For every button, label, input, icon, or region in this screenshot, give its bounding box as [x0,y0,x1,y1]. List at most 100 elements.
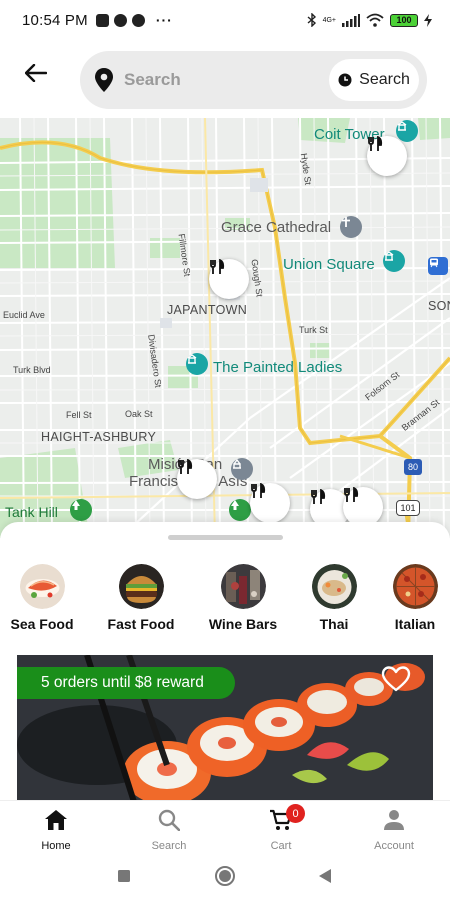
news-icon [95,13,109,27]
fork-knife-icon [311,489,326,504]
location-pin-icon [95,68,113,92]
thai-food-image [311,564,357,609]
grace-cathedral-church-icon[interactable] [340,216,362,238]
nav-account-label: Account [374,840,414,852]
category-fast-food[interactable]: Fast Food [96,564,186,632]
highway-101-shield: 101 [396,500,420,516]
clock-icon [338,73,352,87]
category-sea-food[interactable]: Sea Food [0,564,87,632]
nav-home[interactable]: Home [11,807,101,852]
restaurant-marker[interactable] [250,483,290,523]
category-thai[interactable]: Thai [289,564,379,632]
search-button-label: Search [359,71,410,88]
nav-account[interactable]: Account [349,807,439,852]
map-label-haight-ashbury: HAIGHT-ASHBURY [41,430,157,444]
search-button[interactable]: Search [329,59,419,101]
coit-tower-landmark-icon[interactable] [396,120,418,142]
fork-knife-icon [178,459,193,474]
category-list: Sea Food Fast Food Wine Bars Thai Italia… [0,564,450,634]
highway-101-label: 101 [400,503,416,513]
nav-cart[interactable]: 0 Cart [236,804,326,852]
nav-search[interactable]: Search [124,807,214,852]
mission-church-icon[interactable] [231,458,253,480]
restaurant-marker[interactable] [367,136,407,176]
heart-icon [381,666,411,692]
triangle-back-icon [319,869,331,883]
search-icon [156,807,182,833]
app-notification-icon-2 [131,13,145,27]
union-square-landmark-icon[interactable] [383,250,405,272]
map-label-painted-ladies: The Painted Ladies [213,359,343,376]
map-view[interactable]: Hyde St Fillmore St Gough St Euclid Ave … [0,118,450,538]
map-label-grace-cathedral: Grace Cathedral [221,219,332,236]
fork-knife-icon [251,483,266,498]
highway-80-shield: 80 [404,459,422,475]
transit-station-icon[interactable] [428,257,448,275]
cart-count-badge: 0 [286,804,305,823]
search-input[interactable] [124,70,314,90]
painted-ladies-landmark-icon[interactable] [186,353,208,375]
map-label-oak-st: Oak St [125,409,153,419]
search-header: Search [0,40,450,118]
map-label-fell-st: Fell St [66,410,92,420]
more-notifications-icon: ··· [155,12,173,28]
signal-icon [342,13,360,27]
back-button[interactable] [18,58,54,88]
home-icon [43,807,69,833]
recent-apps-button[interactable] [117,869,131,888]
category-label: Wine Bars [208,616,278,632]
back-system-button[interactable] [318,868,332,889]
reward-banner: 5 orders until $8 reward [17,667,235,699]
charging-icon [424,13,432,27]
map-label-turk-blvd: Turk Blvd [13,365,51,375]
account-icon [381,807,407,833]
fork-knife-icon [210,259,225,274]
status-system-icons: 4G+ 100 [307,13,432,27]
map-label-tank-hill: Tank Hill [5,504,58,520]
cart-icon: 0 [268,804,305,833]
category-label: Thai [319,616,349,632]
seafood-image [19,564,65,609]
search-bar: Search [80,51,427,109]
arrow-left-icon [25,64,47,82]
status-bar: 10:54 PM ··· 4G+ 100 [0,0,450,40]
app-screen: 10:54 PM ··· 4G+ 100 Search Search Hyde … [0,0,450,900]
nav-home-label: Home [41,840,71,852]
fork-knife-icon [368,136,383,151]
system-navigation-bar [0,856,450,900]
circle-icon [215,866,235,886]
nav-cart-label: Cart [270,840,292,852]
restaurant-marker[interactable] [343,487,383,527]
battery-indicator: 100 [390,13,418,27]
bottom-sheet[interactable]: Sea Food Fast Food Wine Bars Thai Italia… [0,522,450,812]
tank-hill-park-icon[interactable] [70,499,92,521]
status-time: 10:54 PM [22,11,88,29]
favorite-button[interactable] [381,665,411,693]
park-icon-2[interactable] [229,499,251,521]
nav-search-label: Search [151,840,187,852]
pizza-image [392,564,438,609]
category-label: Fast Food [107,616,175,632]
restaurant-marker[interactable] [177,459,217,499]
map-label-soma: SON [428,299,450,313]
burger-image [118,564,164,609]
highway-80-label: 80 [407,462,418,472]
category-label: Sea Food [10,616,74,632]
app-notification-icon [113,13,127,27]
bluetooth-icon [307,13,316,27]
category-italian[interactable]: Italian [370,564,450,632]
category-wine-bars[interactable]: Wine Bars [198,564,288,632]
bottom-navigation: Home Search 0 Cart Account [0,800,450,856]
promo-card[interactable]: 5 orders until $8 reward [17,655,433,805]
home-system-button[interactable] [214,865,236,892]
category-label: Italian [394,616,436,632]
wifi-icon [366,13,384,27]
sheet-drag-handle[interactable] [168,535,283,540]
wine-bar-image [220,564,266,609]
restaurant-marker[interactable] [209,259,249,299]
map-label-japantown: JAPANTOWN [167,303,248,317]
map-label-union-square: Union Square [283,256,375,273]
network-type-label: 4G+ [322,16,336,24]
status-notification-icons: ··· [95,12,173,28]
map-label-turk-st: Turk St [299,325,328,335]
